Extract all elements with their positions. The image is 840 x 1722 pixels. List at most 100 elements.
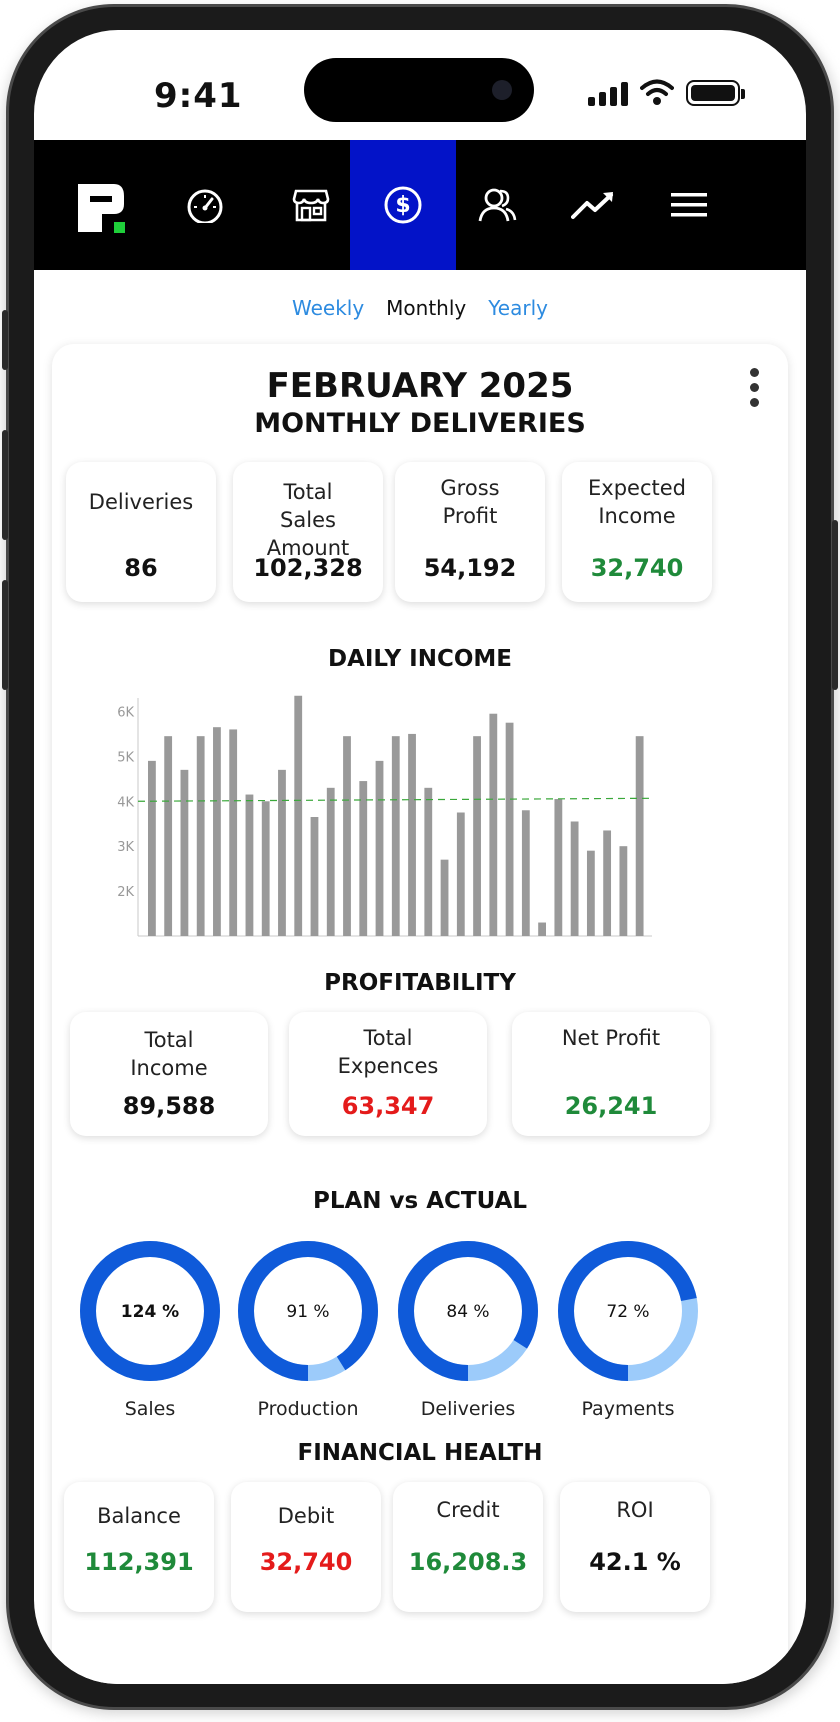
screen: 9:41 $ Weekly Monthly Yearly FEBRUARY 20… <box>34 30 806 1684</box>
store-icon <box>292 189 330 222</box>
profit-value: 26,241 <box>564 1092 658 1120</box>
cellular-signal-icon <box>588 82 628 106</box>
fh-roi: ROI 42.1 % <box>560 1482 710 1612</box>
donut-ring: 91 % <box>238 1241 378 1381</box>
y-tick-label: 3K <box>117 840 134 855</box>
donut-ring: 84 % <box>398 1241 538 1381</box>
kpi-total-sales: Total Sales Amount 102,328 <box>233 462 383 602</box>
income-bar <box>196 736 205 936</box>
report-subtitle: MONTHLY DELIVERIES <box>254 408 586 439</box>
income-bar <box>635 736 644 936</box>
daily-income-chart: 2K 3K 4K 5K 6K <box>117 695 653 937</box>
profit-label: Net Profit <box>561 1026 661 1050</box>
fh-value: 32,740 <box>259 1548 353 1576</box>
nav-menu[interactable] <box>636 140 742 270</box>
fh-label: Balance <box>97 1504 181 1528</box>
y-tick-label: 5K <box>117 750 134 765</box>
period-weekly[interactable]: Weekly <box>292 296 364 320</box>
ring-percent: 124 % <box>121 1302 179 1322</box>
fh-value: 112,391 <box>84 1548 194 1576</box>
income-bar <box>473 736 481 936</box>
battery-icon <box>686 80 745 106</box>
kpi-value: 54,192 <box>423 554 517 582</box>
income-bar <box>408 733 416 936</box>
kpi-gross-profit: Gross Profit 54,192 <box>395 462 545 602</box>
profit-value: 63,347 <box>341 1092 435 1120</box>
y-tick-label: 6K <box>117 705 134 720</box>
volume-up-button <box>2 430 8 540</box>
ring-percent: 91 % <box>286 1302 329 1322</box>
status-time: 9:41 <box>154 76 243 116</box>
income-bar <box>148 760 156 936</box>
donut-ring: 72 % <box>558 1241 698 1381</box>
income-bar <box>505 722 514 936</box>
fh-value: 42.1 % <box>589 1548 681 1576</box>
report-card: FEBRUARY 2025 MONTHLY DELIVERIES Deliver… <box>52 344 788 1684</box>
kpi-expected-income: Expected Income 32,740 <box>562 462 712 602</box>
period-monthly[interactable]: Monthly <box>386 296 466 320</box>
kpi-value: 32,740 <box>590 554 684 582</box>
nav-customers[interactable] <box>444 140 550 270</box>
kpi-label: Deliveries <box>88 490 194 514</box>
income-bar <box>229 729 238 936</box>
income-bar <box>213 727 221 936</box>
nav-analytics[interactable] <box>540 140 646 270</box>
profitability-title: PROFITABILITY <box>324 970 516 996</box>
ring-deliveries: 84 % Deliveries <box>388 1236 548 1420</box>
profit-total-expences: Total Expences 63,347 <box>289 1012 487 1136</box>
profit-label: Total Expences <box>337 1026 439 1078</box>
kpi-deliveries: Deliveries 86 <box>66 462 216 602</box>
donut-ring: 124 % <box>80 1241 220 1381</box>
income-bar <box>359 781 368 936</box>
ring-label: Production <box>257 1398 359 1420</box>
power-button <box>832 520 838 690</box>
income-bar <box>343 736 351 936</box>
income-bar <box>570 821 579 936</box>
income-bar <box>440 859 449 936</box>
income-bar <box>180 769 189 936</box>
income-bar <box>375 760 384 936</box>
status-bar: 9:41 <box>34 30 806 140</box>
nav-dashboard[interactable] <box>152 140 258 270</box>
fh-value: 16,208.3 <box>408 1548 528 1576</box>
hamburger-menu-icon <box>671 193 707 217</box>
kpi-label: Gross Profit <box>440 476 500 528</box>
chart-title: DAILY INCOME <box>327 646 513 672</box>
nav-store[interactable] <box>258 140 364 270</box>
ring-label: Sales <box>124 1398 176 1420</box>
fh-balance: Balance 112,391 <box>64 1482 214 1612</box>
kpi-value: 86 <box>124 554 158 582</box>
y-tick-label: 2K <box>117 885 134 900</box>
nav-finance[interactable]: $ <box>350 140 456 270</box>
income-bar <box>619 846 628 936</box>
top-nav-bar: $ <box>34 140 806 270</box>
y-tick-label: 4K <box>117 795 134 810</box>
profit-total-income: Total Income 89,588 <box>70 1012 268 1136</box>
income-bar <box>326 787 335 936</box>
fh-label: ROI <box>616 1498 654 1522</box>
income-bar <box>456 812 465 936</box>
volume-down-button <box>2 580 8 690</box>
dollar-icon: $ <box>384 186 422 224</box>
kpi-value: 102,328 <box>253 554 363 582</box>
income-bar <box>586 850 595 936</box>
app-logo <box>78 184 125 233</box>
income-bar <box>603 830 612 936</box>
silent-switch <box>2 310 8 370</box>
income-bar <box>294 695 303 936</box>
income-bar <box>310 817 319 936</box>
wifi-icon <box>640 79 674 105</box>
profit-net-profit: Net Profit 26,241 <box>512 1012 710 1136</box>
fh-debit: Debit 32,740 <box>231 1482 381 1612</box>
fh-label: Credit <box>436 1498 500 1522</box>
kpi-label: Total Sales Amount <box>266 480 350 560</box>
income-bar <box>521 810 530 936</box>
trend-up-icon <box>571 192 613 219</box>
more-options-icon[interactable] <box>750 368 760 413</box>
kpi-label: Expected Income <box>588 476 686 528</box>
dynamic-island <box>304 58 534 122</box>
income-bar <box>424 787 433 936</box>
period-yearly[interactable]: Yearly <box>488 296 548 320</box>
income-bar <box>538 922 546 936</box>
financial-health-title: FINANCIAL HEALTH <box>297 1440 543 1466</box>
